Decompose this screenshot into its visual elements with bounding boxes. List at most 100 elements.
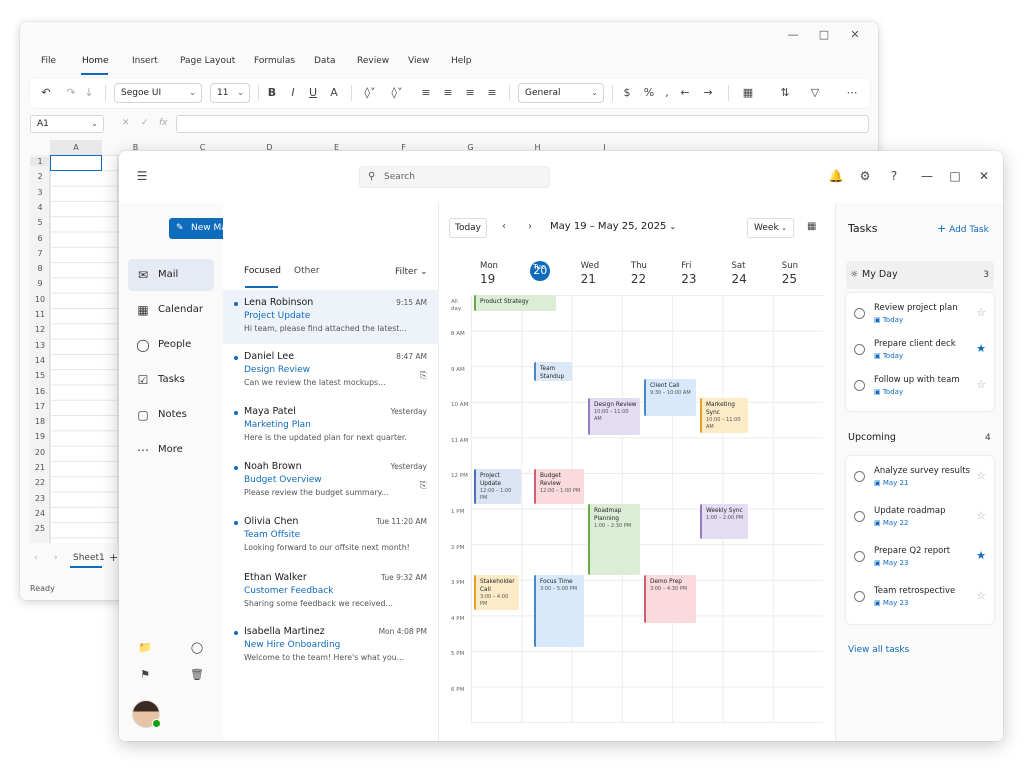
star-icon[interactable]: ☆ (976, 509, 986, 522)
row-header[interactable]: 9 (30, 279, 50, 288)
tab-view[interactable]: View (408, 56, 429, 66)
nav-item-notes[interactable]: ▢ Notes (128, 399, 214, 431)
complete-checkbox[interactable] (854, 308, 865, 319)
row-header[interactable]: 13 (30, 341, 50, 350)
next-week-icon[interactable]: › (528, 221, 532, 232)
calendar-event[interactable]: Design Review 10:00 – 11:00 AM (588, 398, 640, 435)
help-icon[interactable]: ? (886, 168, 902, 184)
next-sheet-icon[interactable]: › (54, 553, 58, 563)
row-header[interactable]: 1 (30, 157, 50, 166)
day-header[interactable]: Mon 19 (480, 261, 530, 286)
calendar-view-icon[interactable]: ▦ (807, 221, 816, 232)
function-icon[interactable]: fx (159, 118, 168, 128)
star-icon[interactable]: ★ (976, 549, 986, 562)
list-item[interactable]: Isabella Martinez Mon 4:08 PM New Hire Onb… (223, 619, 439, 673)
task-item[interactable]: Analyze survey results ▣ May 21 ☆ (846, 459, 994, 495)
percent-icon[interactable]: % (642, 85, 656, 101)
calendar-event[interactable]: Client Call 9:30 – 10:00 AM (644, 379, 696, 416)
calendar-event[interactable]: Weekly Sync 1:00 – 2:00 PM (700, 504, 748, 539)
tab-file[interactable]: File (41, 56, 56, 66)
tab-help[interactable]: Help (451, 56, 472, 66)
star-icon[interactable]: ☆ (976, 469, 986, 482)
bell-icon[interactable]: 🔔 (828, 168, 844, 184)
calendar-event[interactable]: Budget Review 12:00 – 1:00 PM (534, 469, 584, 504)
calendar-event[interactable]: Focus Time 3:00 – 5:00 PM (534, 575, 584, 647)
row-header[interactable]: 16 (30, 387, 50, 396)
flag-icon[interactable]: ⚑ (138, 668, 152, 681)
filter-button[interactable]: Filter ⌄ (395, 267, 428, 277)
row-header[interactable]: 22 (30, 478, 50, 487)
decimal-icon[interactable]: ← (678, 85, 692, 101)
text-color-icon[interactable]: ◊˅ (387, 85, 407, 101)
row-header[interactable]: 24 (30, 509, 50, 518)
chat-icon[interactable]: ◯ (190, 641, 204, 654)
add-task-button[interactable]: + Add Task (937, 222, 989, 235)
row-header[interactable]: 7 (30, 249, 50, 258)
task-item[interactable]: Prepare client deck ▣ Today ★ (846, 332, 994, 368)
task-item[interactable]: Update roadmap ▣ May 22 ☆ (846, 499, 994, 535)
nav-item-people[interactable]: ◯ People (128, 329, 214, 361)
row-header[interactable]: 18 (30, 417, 50, 426)
name-box[interactable]: A1 ⌄ (30, 115, 104, 133)
indent-icon[interactable]: ≡ (463, 85, 477, 101)
row-header[interactable]: 6 (30, 234, 50, 243)
tab-other[interactable]: Other (294, 266, 320, 276)
cancel-icon[interactable]: ✕ (122, 118, 130, 128)
window-minimize-button[interactable]: — (919, 168, 935, 184)
font-color-icon[interactable]: A (327, 85, 341, 101)
row-header[interactable]: 4 (30, 203, 50, 212)
nav-item-mail[interactable]: ✉ Mail (128, 259, 214, 291)
bold-icon[interactable]: B (265, 85, 279, 101)
tab-formulas[interactable]: Formulas (254, 56, 295, 66)
prev-week-icon[interactable]: ‹ (502, 221, 506, 232)
enter-icon[interactable]: ✓ (141, 118, 149, 128)
formula-bar[interactable] (176, 115, 869, 133)
complete-checkbox[interactable] (854, 344, 865, 355)
nav-item-calendar[interactable]: ▦ Calendar (128, 294, 214, 326)
sort-icon[interactable]: ⇅ (775, 85, 795, 101)
sheet-tab-sheet1[interactable]: Sheet1 (73, 553, 105, 563)
task-item[interactable]: Team retrospective ▣ May 23 ☆ (846, 579, 994, 615)
tab-focused[interactable]: Focused (244, 266, 281, 276)
folder-icon[interactable]: 📁 (138, 641, 152, 654)
task-item[interactable]: Review project plan ▣ Today ☆ (846, 296, 994, 332)
list-item[interactable]: Olivia Chen Tue 11:20 AM Team Offsite Looki… (223, 509, 439, 563)
list-item[interactable]: Lena Robinson 9:15 AM Project Update Hi tea… (223, 290, 439, 344)
window-maximize-button[interactable]: □ (947, 168, 963, 184)
tab-insert[interactable]: Insert (132, 56, 158, 66)
row-header[interactable]: 25 (30, 524, 50, 533)
list-item[interactable]: Noah Brown Yesterday Budget Overview Please… (223, 454, 439, 508)
avatar[interactable] (132, 700, 161, 728)
view-all-tasks-link[interactable]: View all tasks (848, 645, 909, 655)
calendar-event[interactable]: Demo Prep 3:00 – 4:30 PM (644, 575, 696, 623)
day-header[interactable]: Fri 23 (681, 261, 731, 286)
star-icon[interactable]: ☆ (976, 306, 986, 319)
wrap-icon[interactable]: ≡ (485, 85, 499, 101)
tab-review[interactable]: Review (357, 56, 389, 66)
more-options-icon[interactable]: ⋯ (844, 85, 860, 101)
calendar-event[interactable]: Team Standup9:00 – 9:30 AM (534, 362, 572, 381)
window-minimize-button[interactable]: — (786, 28, 800, 41)
task-item[interactable]: Prepare Q2 report ▣ May 23 ★ (846, 539, 994, 575)
italic-icon[interactable]: I (286, 85, 300, 101)
row-header[interactable]: 11 (30, 310, 50, 319)
calendar-event[interactable]: Product Strategy (474, 295, 556, 311)
view-select[interactable]: Week ⌄ (747, 218, 794, 238)
prev-sheet-icon[interactable]: ‹ (34, 553, 38, 563)
row-header[interactable]: 20 (30, 448, 50, 457)
list-item[interactable]: Maya Patel Yesterday Marketing Plan Here is… (223, 399, 439, 453)
complete-checkbox[interactable] (854, 591, 865, 602)
day-header[interactable]: Sat 24 (732, 261, 782, 286)
decimal-more-icon[interactable]: → (698, 85, 718, 101)
section-upcoming[interactable]: Upcoming (848, 432, 896, 443)
tab-home[interactable]: Home (82, 56, 109, 66)
row-header[interactable]: 21 (30, 463, 50, 472)
calendar-event[interactable]: Project Update 12:00 – 1:00 PM (474, 469, 521, 504)
complete-checkbox[interactable] (854, 511, 865, 522)
row-header[interactable]: 2 (30, 172, 50, 181)
row-header[interactable]: 10 (30, 295, 50, 304)
calendar-event[interactable]: Roadmap Planning 1:00 – 2:30 PM (588, 504, 640, 575)
task-item[interactable]: Follow up with team ▣ Today ☆ (846, 368, 994, 404)
redo-icon[interactable]: ↷ (63, 85, 79, 101)
window-maximize-button[interactable]: □ (817, 28, 831, 41)
